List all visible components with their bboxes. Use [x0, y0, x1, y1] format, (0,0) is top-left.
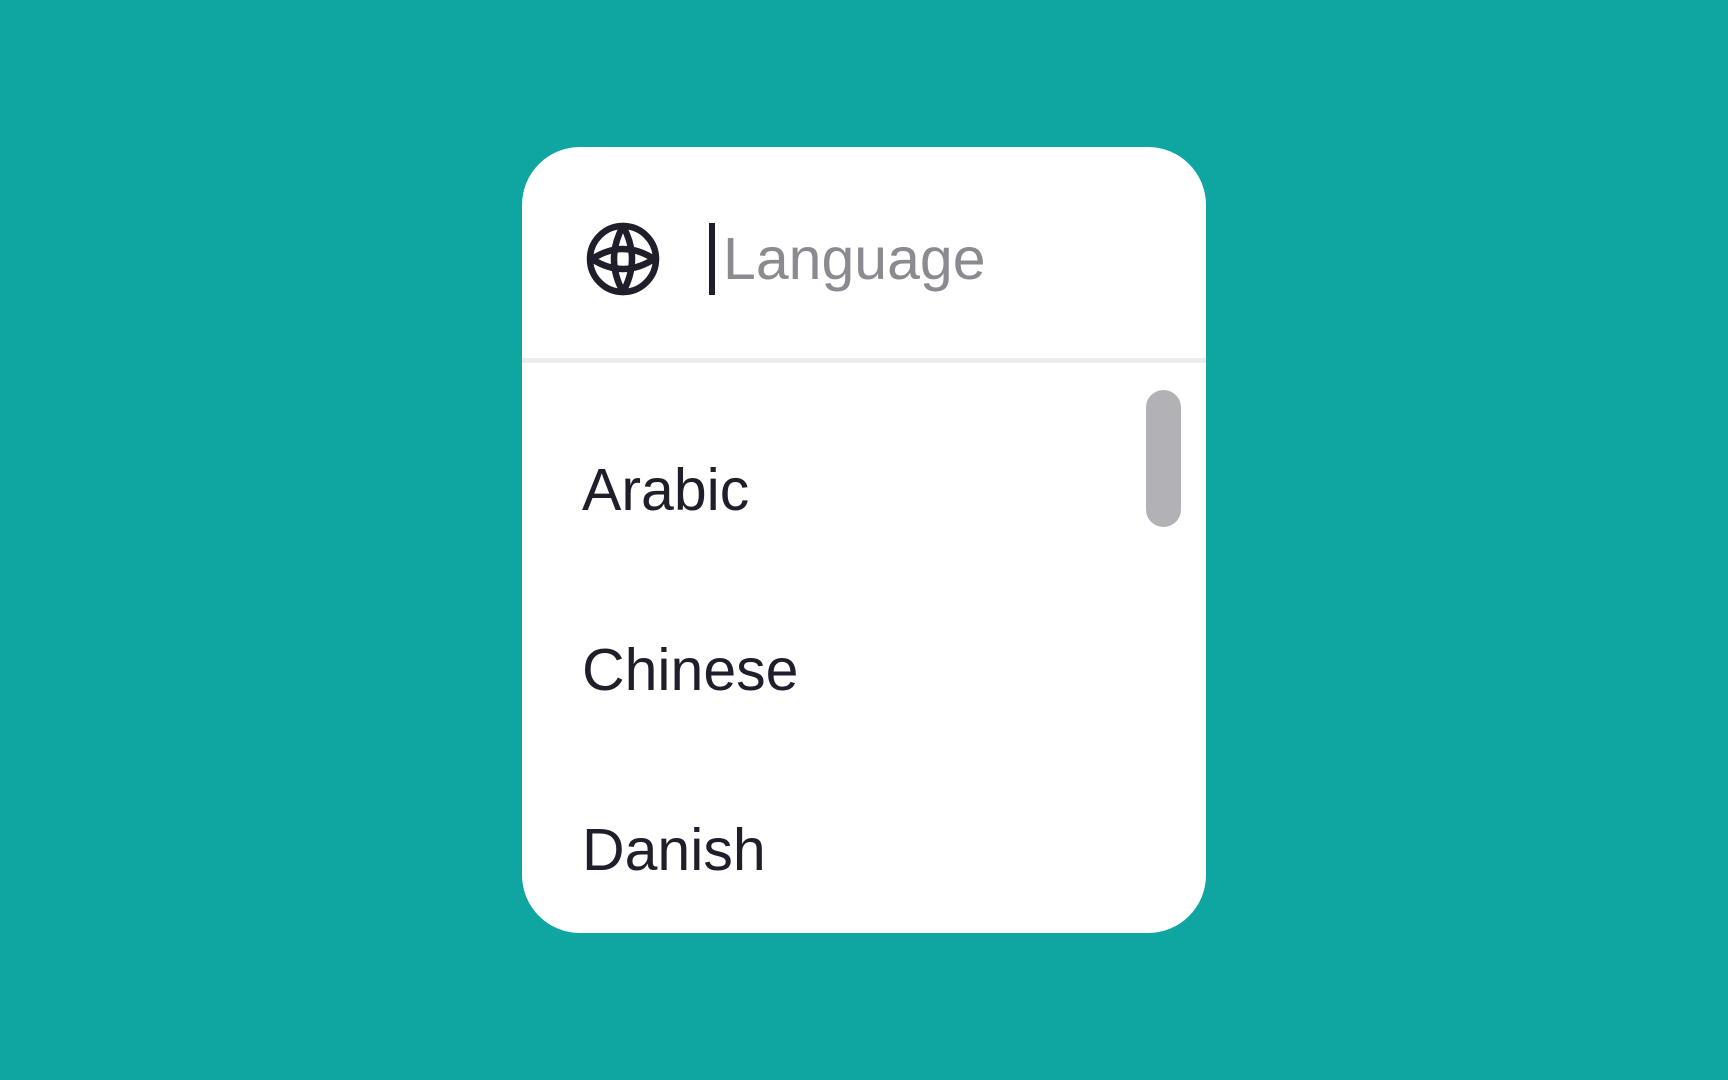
scrollbar-thumb[interactable] — [1146, 390, 1181, 527]
option-label: Danish — [582, 817, 766, 883]
option-danish[interactable]: Danish — [582, 800, 1122, 900]
option-chinese[interactable]: Chinese — [582, 620, 1122, 720]
text-cursor — [709, 223, 715, 295]
language-combobox: Arabic Chinese Danish — [522, 147, 1206, 933]
option-label: Arabic — [582, 457, 750, 523]
option-label: Chinese — [582, 637, 799, 703]
search-row — [522, 147, 1206, 358]
option-arabic[interactable]: Arabic — [582, 440, 1122, 540]
globe-icon — [586, 222, 660, 296]
language-search-input[interactable] — [723, 217, 1163, 301]
language-options-list: Arabic Chinese Danish — [522, 363, 1206, 933]
